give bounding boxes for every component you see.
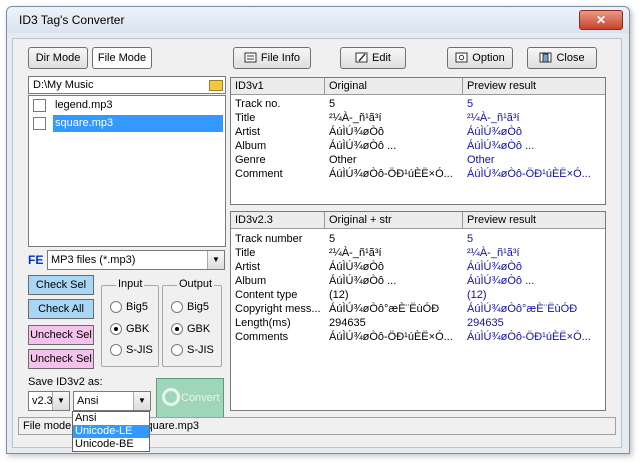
chevron-down-icon[interactable]: ▼	[52, 392, 69, 410]
file-info-button[interactable]: File Info	[233, 47, 311, 69]
option-button[interactable]: Option	[447, 47, 513, 69]
file-name: legend.mp3	[55, 99, 113, 111]
table-row[interactable]: Artist ÁúÌÚ¾øÒô ÁúÌÚ¾øÒô	[231, 260, 605, 274]
check-all-button[interactable]: Check All	[28, 299, 94, 319]
window-close-button[interactable]: ✕	[579, 10, 623, 30]
convert-icon	[162, 388, 180, 406]
encoding-option-unicode-be[interactable]: Unicode-BE	[73, 438, 149, 451]
edit-label: Edit	[372, 52, 391, 64]
close-door-icon	[539, 52, 552, 63]
encoding-value: Ansi	[77, 395, 99, 407]
table-row[interactable]: Track no. 5 5	[231, 97, 605, 111]
table-row[interactable]: Title ²¼À-_ñ¹ã³í ²¼À-_ñ¹ã³í	[231, 111, 605, 125]
table-row[interactable]: Content type (12) (12)	[231, 288, 605, 302]
window-title: ID3 Tag's Converter	[19, 13, 125, 27]
table-row[interactable]: Comments ÁúÌÚ¾øÒô-ÖÐ¹úÈË×Ó... ÁúÌÚ¾øÒô-ÖÐ¹…	[231, 330, 605, 344]
file-list[interactable]: legend.mp3 square.mp3	[28, 95, 226, 247]
table-row[interactable]: Genre Other Other	[231, 153, 605, 167]
dir-mode-button[interactable]: Dir Mode	[28, 47, 88, 69]
save-id3v2-label: Save ID3v2 as:	[28, 376, 103, 388]
id3v2-table: ID3v2.3 Original + str Preview result Tr…	[230, 211, 606, 411]
file-name: square.mp3	[53, 115, 223, 132]
id3v2-header: ID3v2.3 Original + str Preview result	[231, 212, 605, 229]
encoding-dropdown-list[interactable]: Ansi Unicode-LE Unicode-BE	[72, 411, 150, 452]
file-item-selected[interactable]: square.mp3	[31, 115, 223, 132]
file-info-label: File Info	[260, 52, 301, 64]
input-encoding-group: Input Big5 GBK S-JIS	[101, 278, 159, 367]
path-field[interactable]: D:\My Music	[28, 76, 226, 94]
id3v2-version-select[interactable]: v2.3 ▼	[28, 391, 70, 411]
input-group-label: Input	[116, 278, 145, 290]
table-row[interactable]: Album ÁúÌÚ¾øÒô ... ÁúÌÚ¾øÒô ...	[231, 139, 605, 153]
table-row[interactable]: Comment ÁúÌÚ¾øÒô-ÖÐ¹úÈË×Ó... ÁúÌÚ¾øÒô-ÖÐ¹ú…	[231, 167, 605, 181]
filter-value: MP3 files (*.mp3)	[51, 254, 136, 266]
table-row[interactable]: Title ²¼À-_ñ¹ã³í ²¼À-_ñ¹ã³í	[231, 246, 605, 260]
table-row[interactable]: Copyright mess... ÁúÌÚ¾øÒô°æÈ¨ËùÓÐ ÁúÌÚ¾øÒ…	[231, 302, 605, 316]
encoding-option-unicode-le[interactable]: Unicode-LE	[73, 425, 149, 438]
edit-button[interactable]: Edit	[340, 47, 406, 69]
column-header[interactable]: ID3v1	[231, 78, 325, 94]
option-icon	[455, 52, 468, 63]
edit-icon	[355, 52, 368, 63]
close-button[interactable]: Close	[527, 47, 597, 69]
file-checkbox[interactable]	[33, 99, 46, 112]
column-header[interactable]: Preview result	[463, 212, 605, 228]
output-encoding-group: Output Big5 GBK S-JIS	[162, 278, 222, 367]
convert-label: Convert	[181, 392, 220, 404]
table-row[interactable]: Artist ÁúÌÚ¾øÒô ÁúÌÚ¾øÒô	[231, 125, 605, 139]
close-label: Close	[556, 52, 585, 64]
option-label: Option	[472, 52, 505, 64]
table-row[interactable]: Track number 5 5	[231, 232, 605, 246]
file-info-icon	[244, 52, 257, 63]
output-group-label: Output	[177, 278, 215, 290]
check-sel-button[interactable]: Check Sel	[28, 275, 94, 295]
table-row[interactable]: Album ÁúÌÚ¾øÒô ... ÁúÌÚ¾øÒô ...	[231, 274, 605, 288]
id3v1-header: ID3v1 Original Preview result	[231, 78, 605, 95]
file-item[interactable]: legend.mp3	[31, 97, 223, 114]
chevron-down-icon[interactable]: ▼	[133, 392, 150, 410]
uncheck-sel-button-2[interactable]: Uncheck Sel	[28, 349, 94, 369]
table-row[interactable]: Length(ms) 294635 294635	[231, 316, 605, 330]
folder-icon[interactable]	[209, 80, 223, 91]
title-bar: ID3 Tag's Converter ✕	[7, 7, 629, 33]
id3v1-table: ID3v1 Original Preview result Track no. 5…	[230, 77, 606, 205]
convert-button[interactable]: Convert	[156, 378, 224, 418]
column-header[interactable]: Original + str	[325, 212, 463, 228]
chevron-down-icon[interactable]: ▼	[207, 251, 224, 269]
uncheck-sel-button[interactable]: Uncheck Sel	[28, 325, 94, 345]
save-encoding-select[interactable]: Ansi ▼	[73, 391, 151, 411]
filter-label: FE	[28, 253, 44, 267]
version-value: v2.3	[32, 395, 53, 407]
file-mode-button[interactable]: File Mode	[92, 47, 152, 69]
encoding-option-ansi[interactable]: Ansi	[73, 412, 149, 425]
column-header[interactable]: Preview result	[463, 78, 605, 94]
column-header[interactable]: ID3v2.3	[231, 212, 325, 228]
file-type-filter[interactable]: MP3 files (*.mp3) ▼	[47, 250, 225, 270]
path-value: D:\My Music	[33, 79, 94, 91]
column-header[interactable]: Original	[325, 78, 463, 94]
file-checkbox[interactable]	[33, 117, 46, 130]
